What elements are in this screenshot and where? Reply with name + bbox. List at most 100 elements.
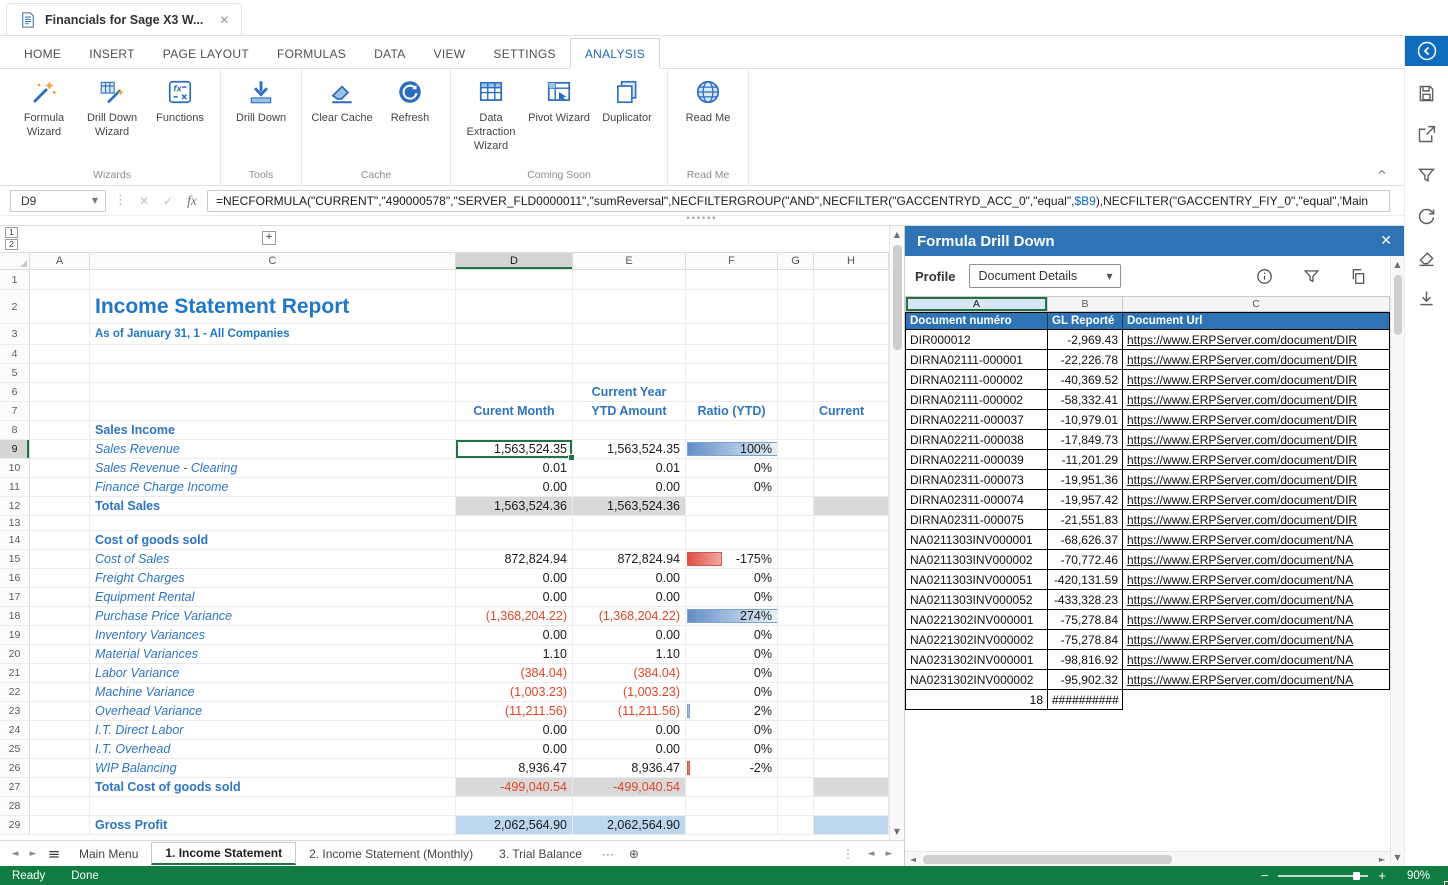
gl-amount[interactable]: -19,951.36 [1048, 470, 1123, 490]
zoom-out-icon[interactable]: − [1261, 869, 1269, 882]
cell-F12[interactable] [686, 497, 778, 516]
cell-C10[interactable]: Sales Revenue - Clearing [90, 459, 456, 478]
cell-F29[interactable] [686, 816, 778, 835]
select-all-corner[interactable] [0, 252, 30, 270]
column-header-G[interactable]: G [778, 252, 814, 270]
cell-F27[interactable] [686, 778, 778, 797]
drill-header-document-num-ro[interactable]: Document numéro [905, 312, 1048, 330]
cell-A14[interactable] [30, 531, 90, 550]
vertical-scrollbar[interactable]: ▲ ▼ [889, 226, 904, 840]
cell-E20[interactable]: 1.10 [573, 645, 686, 664]
row-header-18[interactable]: 18 [0, 607, 30, 626]
cell-A28[interactable] [30, 797, 90, 816]
row-header-22[interactable]: 22 [0, 683, 30, 702]
row-header-27[interactable]: 27 [0, 778, 30, 797]
cell-D23[interactable]: (11,211.56) [456, 702, 573, 721]
column-header-H[interactable]: H [814, 252, 889, 270]
sheet-tab-main-menu[interactable]: Main Menu [66, 843, 151, 865]
cell-C18[interactable]: Purchase Price Variance [90, 607, 456, 626]
zoom-slider-thumb[interactable] [1353, 872, 1360, 880]
cell-H19[interactable] [814, 626, 889, 645]
panel-scroll-down-icon[interactable]: ▼ [1394, 849, 1400, 866]
cell-H18[interactable] [814, 607, 889, 626]
cell-H24[interactable] [814, 721, 889, 740]
document-url-link[interactable]: https://www.ERPServer.com/document/DIR [1123, 330, 1390, 350]
cell-E4[interactable] [573, 345, 686, 364]
cell-E22[interactable]: (1,003.23) [573, 683, 686, 702]
cell-E28[interactable] [573, 797, 686, 816]
row-header-26[interactable]: 26 [0, 759, 30, 778]
document-number[interactable]: DIRNA02111-000001 [905, 350, 1048, 370]
cell-D28[interactable] [456, 797, 573, 816]
document-number[interactable]: DIRNA02111-000002 [905, 390, 1048, 410]
cell-G9[interactable] [778, 440, 814, 459]
cell-H15[interactable] [814, 550, 889, 569]
cell-G1[interactable] [778, 270, 814, 290]
gl-amount[interactable]: -21,551.83 [1048, 510, 1123, 530]
ribbon-button-pivot-wizard[interactable]: Pivot Wizard [525, 69, 593, 126]
row-header-28[interactable]: 28 [0, 797, 30, 816]
ribbon-button-drill-down[interactable]: Drill Down [227, 69, 295, 126]
cell-D3[interactable] [456, 324, 573, 345]
row-header-15[interactable]: 15 [0, 550, 30, 569]
ribbon-button-formula-wizard[interactable]: Formula Wizard [10, 69, 78, 140]
column-header-F[interactable]: F [686, 252, 778, 270]
cell-E6[interactable]: Current Year [573, 383, 686, 402]
copy-icon[interactable] [1349, 267, 1368, 286]
document-number[interactable]: NA0231302INV000002 [905, 670, 1048, 690]
cell-D9[interactable]: 1,563,524.35 [456, 440, 573, 459]
cell-C20[interactable]: Material Variances [90, 645, 456, 664]
column-header-A[interactable]: A [30, 252, 90, 270]
row-header-9[interactable]: 9 [0, 440, 30, 459]
panel-scroll-up-icon[interactable]: ▲ [1394, 256, 1400, 273]
cell-F18[interactable]: 274% [686, 607, 778, 626]
column-header-E[interactable]: E [573, 252, 686, 270]
document-url-link[interactable]: https://www.ERPServer.com/document/DIR [1123, 510, 1390, 530]
cell-C23[interactable]: Overhead Variance [90, 702, 456, 721]
ribbon-button-clear-cache[interactable]: Clear Cache [308, 69, 376, 126]
row-header-6[interactable]: 6 [0, 383, 30, 402]
cell-E19[interactable]: 0.00 [573, 626, 686, 645]
cell-G5[interactable] [778, 364, 814, 383]
cell-E11[interactable]: 0.00 [573, 478, 686, 497]
panel-column-header-C[interactable]: C [1123, 296, 1390, 312]
cell-H6[interactable] [814, 383, 889, 402]
cell-H2[interactable] [814, 290, 889, 324]
gl-amount[interactable]: -95,902.32 [1048, 670, 1123, 690]
panel-scroll-left-icon[interactable]: ◄ [905, 855, 921, 864]
cell-E9[interactable]: 1,563,524.35 [573, 440, 686, 459]
sheet-more-button[interactable]: ··· [595, 847, 621, 861]
cell-D24[interactable]: 0.00 [456, 721, 573, 740]
cell-G21[interactable] [778, 664, 814, 683]
panel-vertical-scrollbar[interactable]: ▲ ▼ [1390, 256, 1404, 866]
cell-G14[interactable] [778, 531, 814, 550]
cell-D5[interactable] [456, 364, 573, 383]
column-header-C[interactable]: C [90, 252, 456, 270]
cell-E26[interactable]: 8,936.47 [573, 759, 686, 778]
cell-C4[interactable] [90, 345, 456, 364]
cell-D27[interactable]: -499,040.54 [456, 778, 573, 797]
row-header-1[interactable]: 1 [0, 270, 30, 290]
cell-D4[interactable] [456, 345, 573, 364]
cell-G27[interactable] [778, 778, 814, 797]
document-close-icon[interactable]: ✕ [219, 13, 229, 27]
sheet-tabs-handle-icon[interactable]: ⋮ [834, 847, 862, 861]
ribbon-button-drill-down-wizard[interactable]: Drill Down Wizard [78, 69, 146, 140]
cell-F10[interactable]: 0% [686, 459, 778, 478]
cell-A26[interactable] [30, 759, 90, 778]
cell-E13[interactable] [573, 516, 686, 531]
cell-G24[interactable] [778, 721, 814, 740]
document-number[interactable]: DIR000012 [905, 330, 1048, 350]
collapse-panel-button[interactable] [1405, 36, 1448, 66]
row-header-16[interactable]: 16 [0, 569, 30, 588]
document-url-link[interactable]: https://www.ERPServer.com/document/NA [1123, 590, 1390, 610]
cell-D11[interactable]: 0.00 [456, 478, 573, 497]
cell-C29[interactable]: Gross Profit [90, 816, 456, 835]
document-number[interactable]: NA0211303INV000051 [905, 570, 1048, 590]
cell-C24[interactable]: I.T. Direct Labor [90, 721, 456, 740]
ribbon-tab-page-layout[interactable]: PAGE LAYOUT [149, 39, 263, 68]
cell-A7[interactable] [30, 402, 90, 421]
gl-amount[interactable]: -420,131.59 [1048, 570, 1123, 590]
outline-expand-button[interactable]: + [262, 231, 276, 245]
document-url-link[interactable]: https://www.ERPServer.com/document/NA [1123, 650, 1390, 670]
